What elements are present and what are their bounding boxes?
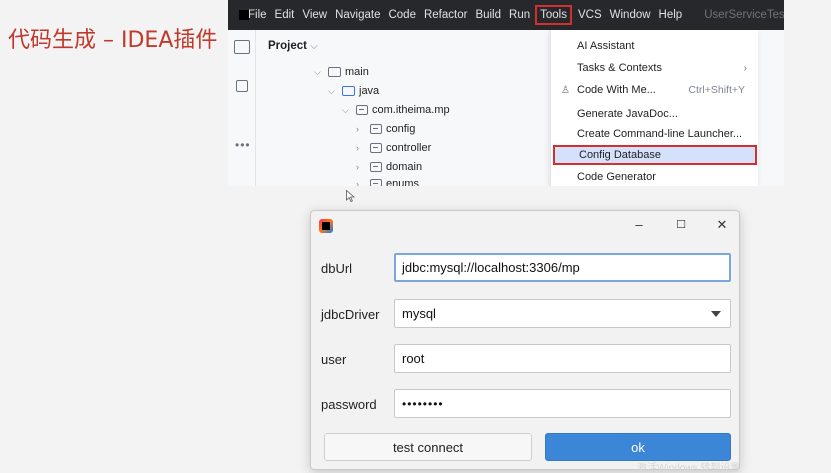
menu-tools[interactable]: Tools [535, 5, 572, 25]
folder-icon [328, 67, 341, 77]
password-value: •••••••• [402, 396, 444, 411]
chevron-down-icon: ⌵ [342, 104, 349, 115]
package-icon [370, 162, 382, 172]
slide-title: 代码生成 – IDEA插件 [8, 28, 218, 53]
project-folder-icon[interactable] [234, 40, 250, 54]
user-label: user [321, 352, 347, 367]
menu-item-label: Generate JavaDoc... [577, 108, 678, 120]
config-database-dialog: – ☐ ✕ dbUrl jdbc:mysql://localhost:3306/… [310, 210, 741, 473]
dburl-input[interactable]: jdbc:mysql://localhost:3306/mp [394, 253, 731, 282]
shortcut-label: Ctrl+Shift+Y [688, 84, 745, 96]
tree-item-config[interactable]: › config [356, 123, 415, 135]
minimize-icon[interactable]: – [629, 217, 649, 232]
tree-item-main[interactable]: ⌵ main [314, 66, 369, 78]
project-panel-header[interactable]: Project ⌵ [268, 40, 318, 52]
password-label: password [321, 397, 377, 412]
menu-item-label: Create Command-line Launcher... [577, 128, 743, 140]
tree-label: config [386, 123, 416, 135]
window-file-title: UserServiceTest.te [704, 9, 784, 21]
tree-label: com.itheima.mp [372, 104, 450, 116]
tree-label: enums [386, 178, 420, 186]
menu-item-tasks-contexts[interactable]: Tasks & Contexts › [551, 58, 759, 78]
tree-label: java [359, 85, 380, 97]
menu-item-create-launcher[interactable]: Create Command-line Launcher... [551, 124, 759, 144]
package-icon [370, 143, 382, 153]
menu-edit[interactable]: Edit [275, 9, 295, 21]
more-icon[interactable]: ••• [235, 138, 251, 152]
user-input[interactable]: root [394, 344, 731, 373]
chevron-down-icon: ⌵ [310, 41, 318, 52]
project-label: Project [268, 40, 307, 52]
jdbcdriver-value: mysql [402, 306, 436, 321]
menu-build[interactable]: Build [475, 9, 501, 21]
menu-item-code-with-me[interactable]: ♙ Code With Me... Ctrl+Shift+Y [551, 80, 759, 100]
password-input[interactable]: •••••••• [394, 389, 731, 418]
menu-item-label: AI Assistant [577, 40, 635, 52]
menu-vcs[interactable]: VCS [578, 9, 602, 21]
jdbcdriver-select[interactable]: mysql [394, 299, 731, 328]
dburl-label: dbUrl [321, 261, 353, 276]
menu-bar: File Edit View Navigate Code Refactor Bu… [228, 0, 784, 30]
menu-run[interactable]: Run [509, 9, 530, 21]
chevron-right-icon: › [356, 143, 359, 153]
menu-item-generate-javadoc[interactable]: Generate JavaDoc... [551, 104, 759, 124]
menu-help[interactable]: Help [659, 9, 683, 21]
menu-navigate[interactable]: Navigate [335, 9, 380, 21]
close-icon[interactable]: ✕ [712, 217, 732, 233]
user-value: root [402, 351, 425, 366]
user-add-icon: ♙ [561, 84, 570, 96]
chevron-right-icon: › [356, 162, 359, 172]
dburl-value: jdbc:mysql://localhost:3306/mp [402, 260, 580, 275]
tree-item-controller[interactable]: › controller [356, 142, 431, 154]
package-icon [356, 105, 368, 115]
tree-item-java[interactable]: ⌵ java [328, 85, 379, 97]
jdbcdriver-label: jdbcDriver [321, 307, 380, 322]
menu-item-label: Code With Me... [577, 84, 656, 96]
menu-item-label: Code Generator [577, 171, 656, 183]
menu-item-ai-assistant[interactable]: AI Assistant [551, 36, 759, 56]
ok-button[interactable]: ok [545, 433, 731, 461]
caret-down-icon [711, 311, 721, 317]
menu-item-code-generator[interactable]: Code Generator [551, 167, 759, 186]
chevron-right-icon: › [356, 124, 359, 134]
tree-item-domain[interactable]: › domain [356, 161, 422, 173]
menu-item-label: Config Database [579, 149, 661, 161]
mouse-cursor-icon [346, 190, 355, 202]
maximize-icon[interactable]: ☐ [671, 218, 691, 231]
watermark: 激活Windows 转到设置 [637, 463, 741, 473]
package-icon [370, 179, 382, 186]
menu-item-label: Tasks & Contexts [577, 62, 662, 74]
ide-screenshot: File Edit View Navigate Code Refactor Bu… [228, 0, 784, 186]
menu-item-config-database[interactable]: Config Database [553, 145, 757, 165]
menu-code[interactable]: Code [388, 9, 416, 21]
tree-label: main [345, 66, 369, 78]
tree-label: domain [386, 161, 423, 173]
test-connect-button[interactable]: test connect [324, 433, 532, 461]
tree-label: controller [386, 142, 432, 154]
tree-item-com-itheima-mp[interactable]: ⌵ com.itheima.mp [342, 104, 450, 116]
structure-icon[interactable] [236, 80, 248, 92]
dialog-titlebar[interactable]: – ☐ ✕ [311, 211, 739, 241]
tool-window-strip: ••• [228, 30, 256, 186]
menu-view[interactable]: View [302, 9, 327, 21]
intellij-logo-icon [319, 219, 333, 233]
chevron-right-icon: › [356, 179, 359, 186]
chevron-down-icon: ⌵ [328, 85, 335, 96]
chevron-right-icon: › [743, 62, 747, 74]
chevron-down-icon: ⌵ [314, 66, 321, 77]
menu-file[interactable]: File [248, 9, 267, 21]
tools-dropdown-menu: AI Assistant Tasks & Contexts › ♙ Code W… [550, 30, 758, 186]
source-folder-icon [342, 86, 355, 96]
menu-refactor[interactable]: Refactor [424, 9, 467, 21]
menu-window[interactable]: Window [610, 9, 651, 21]
tree-item-enums[interactable]: › enums [356, 178, 419, 186]
package-icon [370, 124, 382, 134]
